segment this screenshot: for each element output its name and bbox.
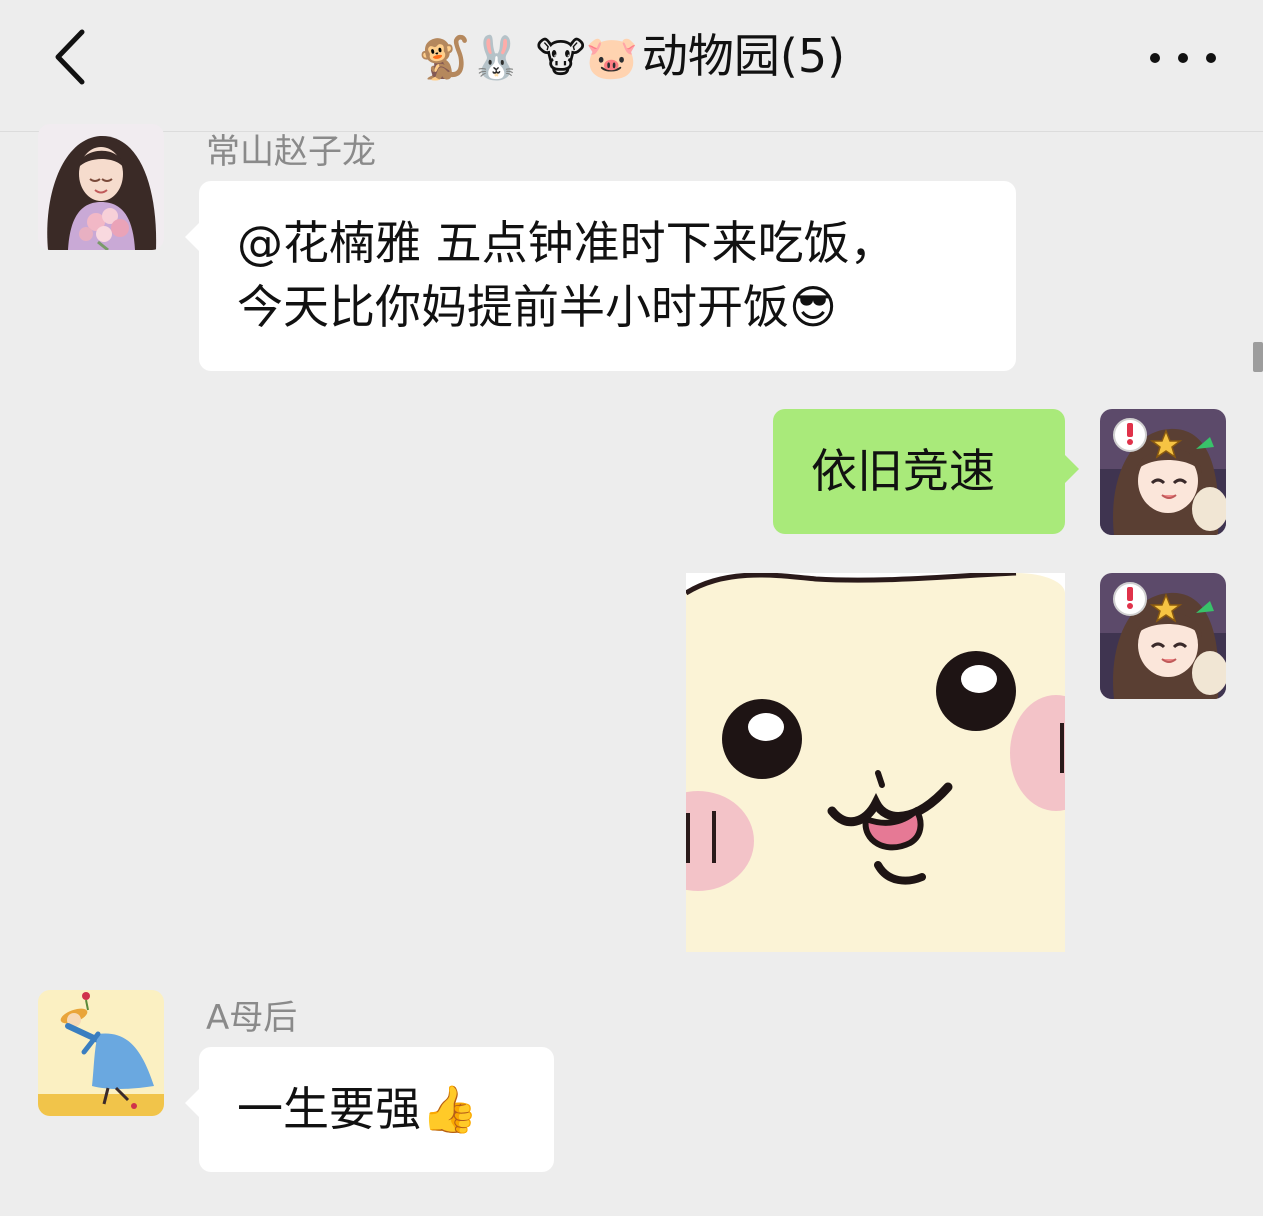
avatar-girl-flowers-image xyxy=(38,124,164,250)
avatar-zhaozilong[interactable] xyxy=(38,124,164,250)
message-text-line: @花楠雅 五点钟准时下来吃饭， xyxy=(237,216,896,270)
message-bubble-outgoing[interactable]: 依旧竞速 xyxy=(773,409,1079,534)
sender-name: A母后 xyxy=(206,998,298,1038)
sender-name: 常山赵子龙 xyxy=(206,132,376,172)
cute-face-sticker-image xyxy=(686,573,1065,952)
message-text: 一生要强👍 xyxy=(237,1082,479,1136)
avatar-mother[interactable] xyxy=(38,990,164,1116)
avatar-anime-girl-image xyxy=(1100,573,1226,699)
chat-header: 🐒🐰 🐮🐷动物园(5) xyxy=(0,0,1263,132)
more-dots-icon xyxy=(1150,53,1216,63)
group-name: 动物园(5) xyxy=(641,29,846,83)
message-text-line: 今天比你妈提前半小时开饭😎 xyxy=(237,280,837,334)
avatar-dancing-girl-image xyxy=(38,990,164,1116)
message-bubble-incoming[interactable]: 一生要强👍 xyxy=(185,1047,554,1172)
message-bubble-incoming[interactable]: @花楠雅 五点钟准时下来吃饭， 今天比你妈提前半小时开饭😎 xyxy=(185,181,1016,371)
scrollbar-thumb[interactable] xyxy=(1253,342,1263,372)
chat-title: 🐒🐰 🐮🐷动物园(5) xyxy=(0,26,1263,88)
title-emojis: 🐒🐰 🐮🐷 xyxy=(417,33,638,82)
message-text: 依旧竞速 xyxy=(811,444,995,498)
avatar-self[interactable] xyxy=(1100,409,1226,535)
avatar-self[interactable] xyxy=(1100,573,1226,699)
sticker-image[interactable] xyxy=(686,573,1065,952)
more-button[interactable] xyxy=(1143,36,1223,80)
avatar-anime-girl-image xyxy=(1100,409,1226,535)
